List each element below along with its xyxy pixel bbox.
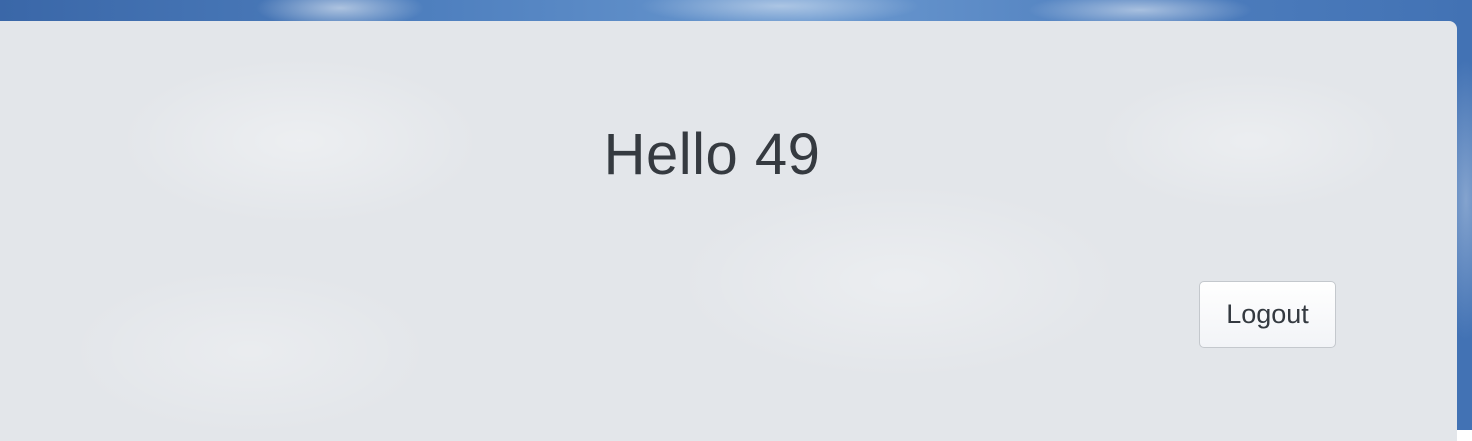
greeting-heading: Hello 49 bbox=[603, 122, 821, 187]
logout-button[interactable]: Logout bbox=[1199, 281, 1336, 348]
main-panel: Hello 49 Logout bbox=[0, 21, 1457, 441]
